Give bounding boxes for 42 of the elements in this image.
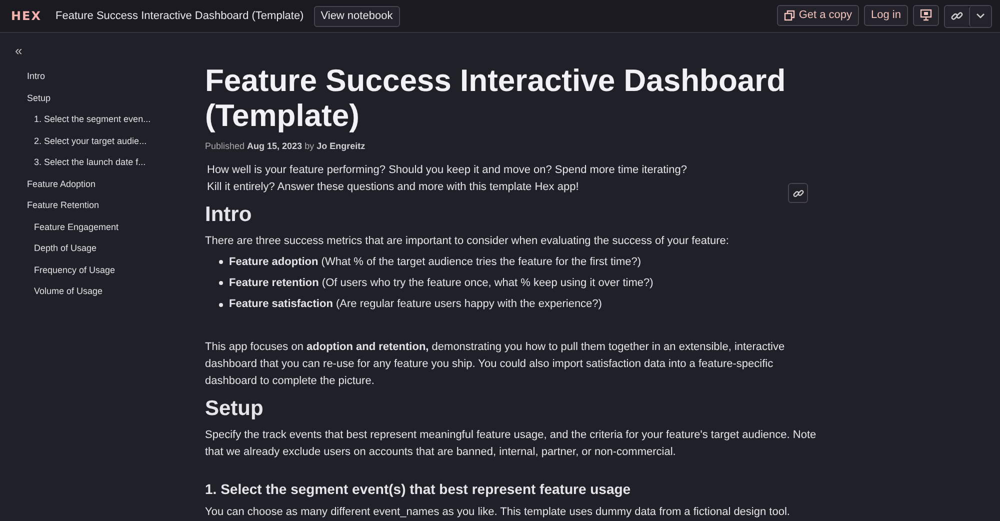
byline: Published Aug 15, 2023 by Jo Engreitz [205,140,366,153]
share-dropdown-button[interactable] [969,6,991,26]
intro-paragraph: How well is your feature performing? Should you keep it and move on? Spend more time iterating? Kill it entirely? Answer these questions and more with this template Hex app! [206,162,687,195]
get-copy-button[interactable]: Get a copy [776,4,860,26]
link-icon [951,10,963,22]
monitor-icon [920,9,932,21]
paragraph: Specify the track events that best represent meaningful feature usage, and the criteria for your feature's target audience. Note that we already exclude users on accounts that are banned, internal, partner, or non-commercial. [205,428,818,460]
collapse-sidebar-button[interactable]: « [15,43,22,58]
outline-item[interactable]: 3. Select the launch date f... [34,152,190,174]
paragraph: There are three success metrics that are important to consider when evaluating the success of your feature: [205,234,730,249]
list-item: Feature retention (Of users who try the feature once, what % keep using it over time?) [229,276,654,291]
list-item: Feature satisfaction (Are regular feature users happy with the experience?) [229,297,602,312]
chevron-down-icon [976,13,985,19]
present-button[interactable] [913,4,939,26]
outline-item[interactable]: Feature Engagement [34,216,190,238]
copy-icon [784,10,795,20]
paragraph: This app focuses on adoption and retention, demonstrating you how to pull them together in an extensible, interactive dashboard that you can re-use for any feature you ship. You could also import satisfaction data into a feature-specific dashboard to complete the picture. [205,340,786,390]
view-notebook-button[interactable]: View notebook [314,6,400,26]
section-heading: Intro [205,202,253,227]
outline-item[interactable]: 1. Select the segment even... [34,109,190,130]
bullet-icon [219,281,223,286]
copy-link-button[interactable] [788,183,808,203]
outline-item[interactable]: Setup [27,88,190,109]
link-icon [792,188,804,198]
outline-item[interactable]: Feature Retention [27,195,190,216]
outline-item[interactable]: Intro [27,66,190,88]
outline-item[interactable]: 2. Select your target audie... [34,130,190,152]
outline-item[interactable]: Depth of Usage [34,238,190,260]
list-item: Feature adoption (What % of the target audience tries the feature for the first time?) [229,254,642,270]
page-title: Feature Success Interactive Dashboard (Template) [205,63,787,134]
bullet-icon [219,260,223,264]
paragraph: You can choose as many different event_names as you like. This template uses dummy data from a fictional design tool. [205,505,791,520]
outline-item[interactable]: Frequency of Usage [34,260,190,281]
hex-logo[interactable]: HEX [11,9,42,23]
outline-item[interactable]: Feature Adoption [27,174,190,195]
copy-link-button[interactable] [945,6,969,26]
subsection-heading: 1. Select the segment event(s) that best represent feature usage [205,480,632,500]
outline-item[interactable]: Volume of Usage [34,281,190,302]
bullet-icon [219,302,223,307]
section-heading: Setup [205,396,264,422]
app-title: Feature Success Interactive Dashboard (Template) [56,10,304,22]
login-button[interactable]: Log in [864,4,908,26]
